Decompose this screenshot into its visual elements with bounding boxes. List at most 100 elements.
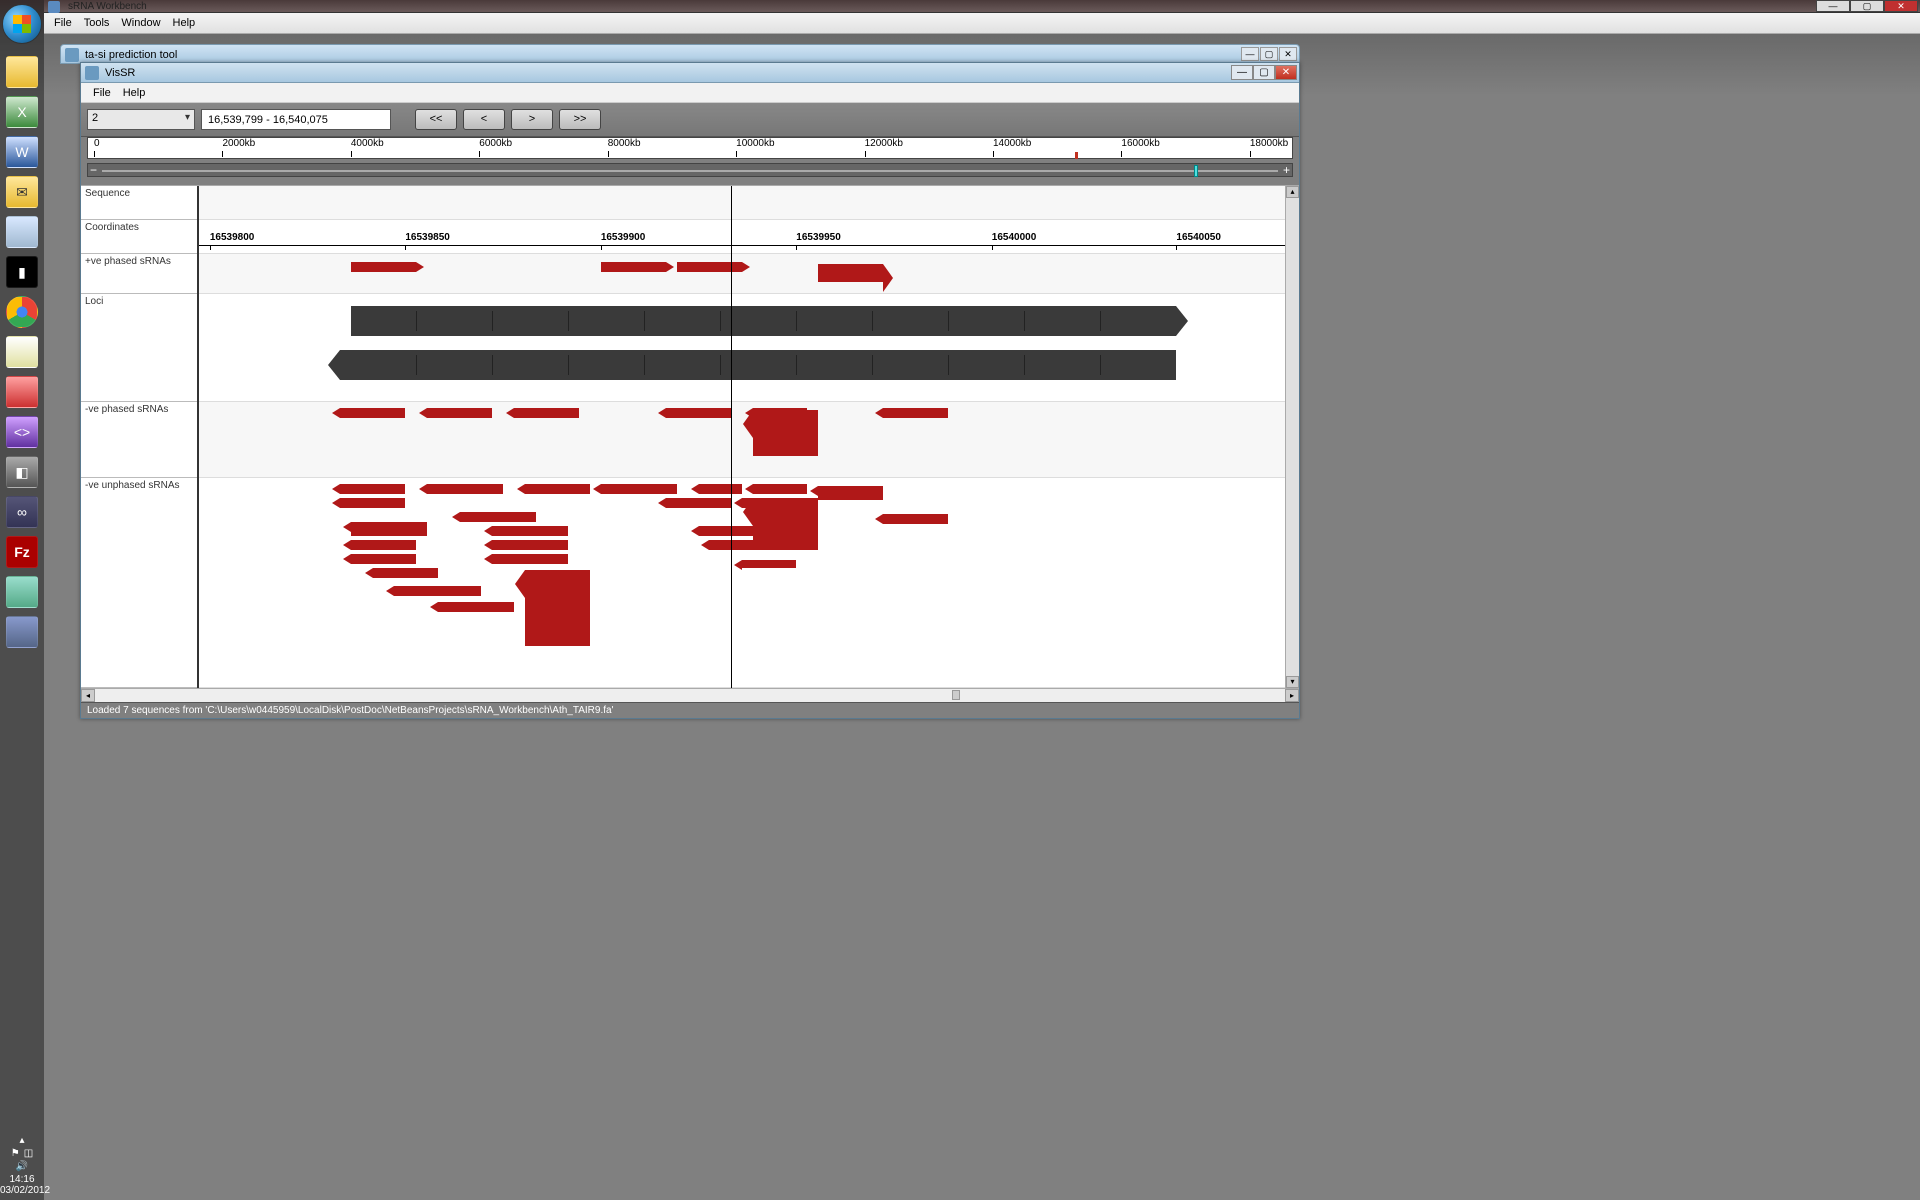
chromosome-select[interactable]: 2	[87, 109, 195, 130]
srna-feature[interactable]	[753, 484, 807, 494]
word-icon[interactable]: W	[6, 136, 38, 168]
nav-back-button[interactable]: <	[463, 109, 505, 130]
srna-feature[interactable]	[666, 498, 731, 508]
app-icon-2[interactable]	[6, 376, 38, 408]
horizontal-scrollbar[interactable]: ◂ ▸	[81, 688, 1299, 702]
srna-feature[interactable]	[666, 408, 731, 418]
parent-minimize-button[interactable]: —	[1816, 0, 1850, 12]
locus-bar[interactable]	[351, 306, 1176, 336]
srna-feature[interactable]	[883, 514, 948, 524]
app-icon-1[interactable]	[6, 336, 38, 368]
srna-feature[interactable]	[351, 522, 427, 536]
visr-minimize-button[interactable]: —	[1231, 65, 1253, 80]
srna-feature[interactable]	[351, 540, 416, 550]
subwindow-tab[interactable]: ta-si prediction tool — ▢ ✕	[60, 44, 1300, 64]
filezilla-icon[interactable]: Fz	[6, 536, 38, 568]
srna-feature[interactable]	[525, 570, 590, 646]
zoom-in-icon[interactable]: +	[1283, 163, 1290, 177]
subwindow-minimize-button[interactable]: —	[1241, 47, 1259, 61]
srna-feature[interactable]	[340, 484, 405, 494]
srna-feature[interactable]	[394, 586, 481, 596]
virtualbox-icon[interactable]: ◧	[6, 456, 38, 488]
srna-feature[interactable]	[492, 540, 568, 550]
srna-feature[interactable]	[677, 262, 742, 272]
menu-tools[interactable]: Tools	[78, 17, 116, 29]
vs-icon[interactable]: ∞	[6, 496, 38, 528]
subwindow-maximize-button[interactable]: ▢	[1260, 47, 1278, 61]
srna-feature[interactable]	[492, 554, 568, 564]
start-orb[interactable]	[2, 4, 42, 44]
menu-file[interactable]: File	[48, 17, 78, 29]
coord-tick-label: 16539950	[796, 232, 841, 243]
track-label: -ve unphased sRNAs	[81, 478, 197, 688]
srna-feature[interactable]	[351, 262, 416, 272]
scroll-up-button[interactable]: ▴	[1286, 186, 1299, 198]
srna-feature[interactable]	[427, 484, 503, 494]
locus-bar[interactable]	[340, 350, 1176, 380]
menu-window[interactable]: Window	[115, 17, 166, 29]
h-scroll-thumb[interactable]	[952, 690, 960, 700]
arrow-icon[interactable]: ▴	[19, 1135, 24, 1146]
visr-menu-help[interactable]: Help	[117, 87, 152, 99]
zoom-handle[interactable]	[1194, 165, 1198, 177]
flag-icon[interactable]: ⚑	[11, 1148, 20, 1159]
chromosome-ruler[interactable]: 02000kb4000kb6000kb8000kb10000kb12000kb1…	[87, 137, 1293, 159]
srna-feature[interactable]	[340, 408, 405, 418]
visr-close-button[interactable]: ✕	[1275, 65, 1297, 80]
srna-feature[interactable]	[818, 264, 883, 282]
track-row	[199, 478, 1285, 688]
visr-titlebar[interactable]: VisSR — ▢ ✕	[81, 63, 1299, 83]
srna-feature[interactable]	[753, 410, 818, 456]
scroll-left-button[interactable]: ◂	[81, 689, 95, 702]
srna-feature[interactable]	[818, 486, 883, 500]
srna-feature[interactable]	[601, 484, 677, 494]
visr-maximize-button[interactable]: ▢	[1253, 65, 1275, 80]
chrome-icon[interactable]	[6, 296, 38, 328]
app-icon-4[interactable]	[6, 616, 38, 648]
zoom-slider[interactable]: − +	[87, 163, 1293, 177]
track-canvas[interactable]: 1653980016539850165399001653995016540000…	[199, 186, 1285, 688]
srna-feature[interactable]	[373, 568, 438, 578]
srna-feature[interactable]	[601, 262, 666, 272]
srna-feature[interactable]	[438, 602, 514, 612]
range-input[interactable]	[201, 109, 391, 130]
tray-time[interactable]: 14:16	[0, 1174, 44, 1185]
terminal-icon[interactable]: ▮	[6, 256, 38, 288]
srna-feature[interactable]	[460, 512, 536, 522]
srna-feature[interactable]	[351, 554, 416, 564]
scroll-down-button[interactable]: ▾	[1286, 676, 1299, 688]
zoom-out-icon[interactable]: −	[90, 163, 97, 177]
volume-icon[interactable]: 🔊	[16, 1161, 28, 1172]
subwindow-close-button[interactable]: ✕	[1279, 47, 1297, 61]
parent-maximize-button[interactable]: ▢	[1850, 0, 1884, 12]
srna-feature[interactable]	[514, 408, 579, 418]
srna-feature[interactable]	[699, 526, 775, 536]
srna-feature[interactable]	[427, 408, 492, 418]
network-icon[interactable]: ◫	[24, 1148, 33, 1159]
srna-feature[interactable]	[742, 560, 796, 568]
srna-feature[interactable]	[709, 540, 774, 550]
srna-feature[interactable]	[525, 484, 590, 494]
parent-close-button[interactable]: ✕	[1884, 0, 1918, 12]
nav-forward-button[interactable]: >	[511, 109, 553, 130]
outlook-icon[interactable]: ✉	[6, 176, 38, 208]
menu-help[interactable]: Help	[167, 17, 202, 29]
ide-icon[interactable]: <>	[6, 416, 38, 448]
nav-rewind-button[interactable]: <<	[415, 109, 457, 130]
srna-feature[interactable]	[340, 498, 405, 508]
excel-icon[interactable]: X	[6, 96, 38, 128]
h-scroll-track[interactable]	[95, 689, 1285, 702]
app-icon-3[interactable]	[6, 576, 38, 608]
srna-feature[interactable]	[699, 484, 742, 494]
parent-titlebar[interactable]: sRNA Workbench — ▢ ✕	[44, 0, 1920, 13]
nav-fastforward-button[interactable]: >>	[559, 109, 601, 130]
status-bar: Loaded 7 sequences from 'C:\Users\w04459…	[81, 702, 1299, 718]
explorer-icon[interactable]	[6, 56, 38, 88]
vertical-scrollbar[interactable]: ▴ ▾	[1285, 186, 1299, 688]
srna-feature[interactable]	[883, 408, 948, 418]
calculator-icon[interactable]	[6, 216, 38, 248]
scroll-right-button[interactable]: ▸	[1285, 689, 1299, 702]
tray-date[interactable]: 03/02/2012	[0, 1185, 44, 1196]
srna-feature[interactable]	[492, 526, 568, 536]
visr-menu-file[interactable]: File	[87, 87, 117, 99]
